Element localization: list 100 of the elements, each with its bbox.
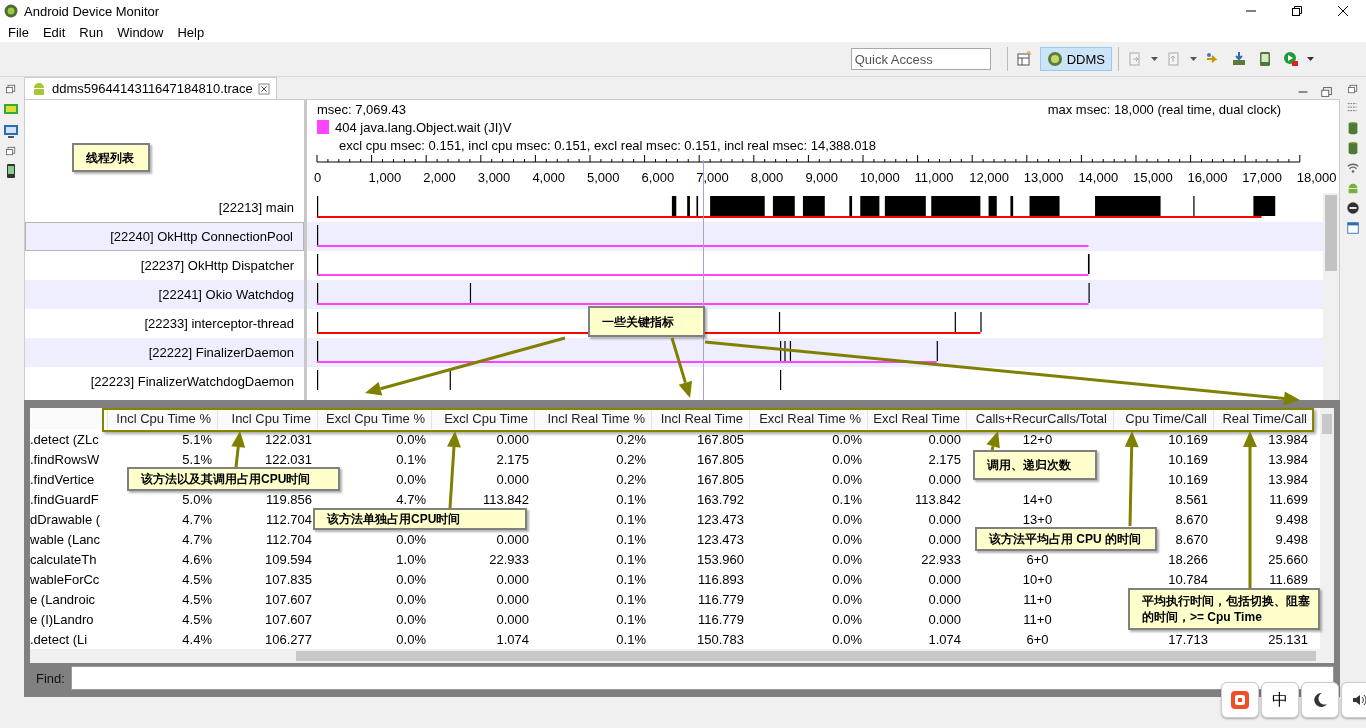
thread-name[interactable]: [22233] interceptor-thread xyxy=(25,309,304,338)
caret-icon[interactable] xyxy=(1190,57,1197,61)
table-cell: 0.0% xyxy=(832,471,862,487)
quick-access-field[interactable]: Quick Access xyxy=(850,48,991,70)
table-cell: 0.000 xyxy=(496,531,529,547)
thread-name[interactable]: [22213] main xyxy=(25,193,304,222)
database-icon[interactable] xyxy=(1346,141,1360,155)
tick-label: 16,000 xyxy=(1187,170,1228,185)
annotation-arrow xyxy=(986,431,1000,451)
column-header[interactable]: Incl Real Time xyxy=(652,408,750,429)
open-perspective-icon[interactable] xyxy=(1015,51,1032,67)
column-header[interactable]: Incl Cpu Time xyxy=(218,408,318,429)
annotation-callout: 一些关键指标 xyxy=(588,306,705,337)
thread-name[interactable]: [22222] FinalizerDaemon xyxy=(25,338,304,367)
tick-label: 1,000 xyxy=(368,170,402,185)
table-cell: 17.713 xyxy=(1168,631,1208,647)
thread-name[interactable]: [22240] OkHttp ConnectionPool xyxy=(25,222,304,251)
wifi-icon[interactable] xyxy=(1346,161,1360,175)
table-cell: 22.933 xyxy=(489,551,529,567)
table-cell: 150.783 xyxy=(697,631,744,647)
table-cell: 4.7% xyxy=(182,531,212,547)
table-cell: 5.1% xyxy=(182,451,212,467)
annotation-callout: 该方法平均占用 CPU 的时间 xyxy=(975,527,1157,551)
ddms-perspective-button[interactable]: DDMS xyxy=(1039,47,1112,71)
table-cell: 6+0 xyxy=(1026,631,1049,647)
column-header[interactable]: Calls+RecurCalls/Total xyxy=(967,408,1114,429)
thread-name[interactable]: [22241] Okio Watchdog xyxy=(25,280,304,309)
ime-logo-button[interactable] xyxy=(1221,682,1259,718)
method-name: .detect (Li xyxy=(30,631,88,647)
table-cell: 109.594 xyxy=(265,551,312,567)
table-cell: 112.704 xyxy=(265,531,312,547)
restore-icon[interactable] xyxy=(1292,6,1302,16)
table-cell: 123.473 xyxy=(697,511,744,527)
close-icon[interactable] xyxy=(257,82,270,95)
table-cell: 8.561 xyxy=(1175,491,1208,507)
close-icon[interactable] xyxy=(1338,6,1348,16)
thread-name[interactable]: [22223] FinalizerWatchdogDaemon xyxy=(25,367,304,396)
table-cell: 8.670 xyxy=(1175,531,1208,547)
menu-item[interactable]: Help xyxy=(170,24,212,40)
ime-language-button[interactable]: 中 xyxy=(1261,682,1299,718)
column-header[interactable]: Excl Cpu Time % xyxy=(318,408,432,429)
moon-icon[interactable] xyxy=(1312,692,1328,708)
table-cell: 14+0 xyxy=(1022,491,1053,507)
column-header[interactable]: Excl Real Time % xyxy=(750,408,868,429)
table-cell: 0.0% xyxy=(396,611,426,627)
column-header[interactable]: Excl Cpu Time xyxy=(432,408,535,429)
table-cell: 0.0% xyxy=(832,531,862,547)
tick-label: 2,000 xyxy=(423,170,456,185)
tick-label: 11,000 xyxy=(914,170,954,185)
table-cell: 13+0 xyxy=(1022,511,1053,527)
table-cell: 167.805 xyxy=(697,431,744,447)
column-header[interactable]: Incl Real Time % xyxy=(535,408,652,429)
column-header[interactable]: Incl Cpu Time % xyxy=(108,408,218,429)
editor-tab[interactable]: ddms5964414311647184810.trace xyxy=(24,77,277,99)
annotation-arrow xyxy=(231,431,246,468)
speaker-icon[interactable] xyxy=(1351,692,1366,708)
caret-icon[interactable] xyxy=(1151,57,1158,61)
table-cell: 5.0% xyxy=(182,491,212,507)
method-name: wableForCc xyxy=(30,571,100,587)
table-cell: 0.2% xyxy=(616,471,646,487)
tick-label: 3,000 xyxy=(477,170,511,185)
maximize-icon[interactable] xyxy=(1320,85,1334,99)
table-cell: 0.000 xyxy=(928,471,961,487)
window-icon[interactable] xyxy=(1346,221,1360,235)
tick-label: 15,000 xyxy=(1133,170,1173,185)
table-cell: 107.835 xyxy=(265,571,312,587)
table-cell: 4.4% xyxy=(182,631,212,647)
table-cell: 113.842 xyxy=(482,491,529,507)
column-header[interactable]: Excl Real Time xyxy=(868,408,967,429)
table-cell: 0.0% xyxy=(832,511,862,527)
table-cell: 10+0 xyxy=(1022,571,1053,587)
find-field[interactable] xyxy=(70,666,1334,690)
column-header[interactable]: Cpu Time/Call xyxy=(1114,408,1214,429)
logo-icon[interactable] xyxy=(1230,690,1250,710)
menu-item[interactable]: File xyxy=(1,24,36,40)
menu-item[interactable]: Window xyxy=(110,24,171,40)
table-cell: 0.000 xyxy=(496,431,529,447)
scrollbar[interactable] xyxy=(1320,408,1334,649)
monitor-icon[interactable] xyxy=(3,123,19,139)
scrollbar[interactable] xyxy=(1323,193,1339,400)
device-icon[interactable] xyxy=(3,101,19,117)
night-mode-button[interactable] xyxy=(1301,682,1339,718)
table-cell: 0.000 xyxy=(928,591,961,607)
table-cell: 1.074 xyxy=(928,631,961,647)
tick-label: 5,000 xyxy=(587,170,620,185)
table-cell: 122.031 xyxy=(265,451,312,467)
menu-item[interactable]: Edit xyxy=(35,24,73,40)
table-cell: 0.000 xyxy=(496,571,529,587)
run-icon[interactable] xyxy=(1283,51,1299,67)
table-cell: 9.498 xyxy=(1275,531,1308,547)
column-header[interactable]: Real Time/Call xyxy=(1214,408,1314,429)
horizontal-scrollbar[interactable] xyxy=(30,649,1334,663)
download-icon[interactable] xyxy=(1231,51,1247,67)
table-cell: 0.000 xyxy=(928,431,961,447)
menu-item[interactable]: Run xyxy=(72,24,111,40)
table-cell: 25.131 xyxy=(1268,631,1308,647)
thread-name[interactable]: [22237] OkHttp Dispatcher xyxy=(25,251,304,280)
database-icon[interactable] xyxy=(1346,121,1360,135)
stop-icon[interactable] xyxy=(1346,201,1360,215)
caret-icon[interactable] xyxy=(1307,57,1314,61)
